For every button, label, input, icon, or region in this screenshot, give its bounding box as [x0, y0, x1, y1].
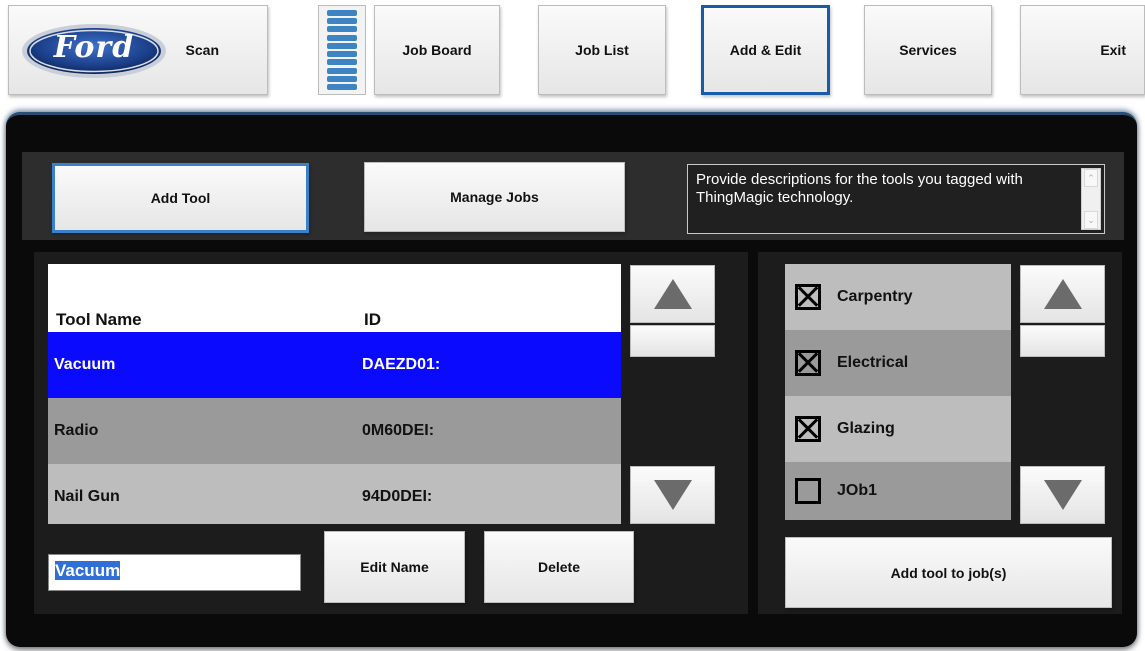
delete-button[interactable]: Delete [484, 531, 634, 603]
tool-name-cell: Radio [54, 422, 99, 439]
manage-jobs-label: Manage Jobs [450, 189, 539, 205]
add-tool-to-jobs-button[interactable]: Add tool to job(s) [785, 537, 1112, 608]
checkbox-checked-icon[interactable] [795, 350, 821, 376]
description-scrollbar[interactable]: ⌃ ⌄ [1081, 168, 1101, 230]
jobs-scroll-up-button[interactable] [1020, 265, 1105, 323]
job-label: Electrical [837, 354, 909, 371]
job-label: JOb1 [837, 482, 878, 499]
job-board-button[interactable]: Job Board [374, 5, 500, 95]
table-header: Tool Name ID [48, 264, 621, 332]
tools-table: Tool Name ID Vacuum DAEZD01: Radio 0M60D… [48, 264, 621, 524]
table-row[interactable]: Vacuum DAEZD01: [48, 332, 621, 398]
services-button[interactable]: Services [864, 5, 992, 95]
tool-id-cell: 0M60DEI: [362, 422, 435, 439]
job-list-label: Job List [575, 42, 629, 58]
edit-name-button[interactable]: Edit Name [324, 531, 465, 603]
jobs-scroll-down-button[interactable] [1020, 466, 1105, 524]
job-label: Glazing [837, 420, 895, 437]
job-list-button[interactable]: Job List [538, 5, 666, 95]
exit-label: Exit [1100, 42, 1126, 58]
add-tool-label: Add Tool [150, 190, 211, 206]
add-edit-button[interactable]: Add & Edit [701, 5, 830, 95]
arrow-up-icon [1043, 279, 1082, 309]
tools-scroll-up-button[interactable] [630, 265, 715, 323]
tools-scroll-thumb[interactable] [630, 325, 715, 357]
table-row[interactable]: Radio 0M60DEI: [48, 398, 621, 464]
tool-name-cell: Nail Gun [54, 488, 120, 505]
services-label: Services [899, 42, 957, 58]
add-tool-to-jobs-label: Add tool to job(s) [890, 564, 1007, 581]
tool-name-cell: Vacuum [54, 356, 116, 373]
list-item-job1[interactable]: JOb1 [785, 462, 1011, 520]
scan-label: Scan [185, 42, 219, 58]
scroll-up-icon[interactable]: ⌃ [1084, 169, 1098, 187]
handle-grip-icon[interactable] [318, 5, 366, 95]
table-row[interactable]: Nail Gun 94D0DEI: [48, 464, 621, 524]
exit-button[interactable]: Exit [1020, 5, 1145, 95]
list-item-electrical[interactable]: Electrical [785, 330, 1011, 396]
tool-name-input[interactable]: Vacuum [48, 554, 301, 591]
jobs-scroll-thumb[interactable] [1020, 325, 1105, 357]
tool-name-input-value: Vacuum [55, 561, 121, 580]
job-label: Carpentry [837, 288, 913, 305]
list-item-carpentry[interactable]: Carpentry [785, 264, 1011, 330]
column-header-tool-name: Tool Name [56, 310, 142, 329]
ford-logo-text: Ford [53, 30, 135, 65]
description-text: Provide descriptions for the tools you t… [696, 171, 1023, 206]
manage-jobs-tab[interactable]: Manage Jobs [364, 162, 625, 232]
edit-name-label: Edit Name [360, 559, 429, 575]
list-item-glazing[interactable]: Glazing [785, 396, 1011, 462]
tool-id-cell: DAEZD01: [362, 356, 441, 373]
arrow-down-icon [1043, 480, 1082, 510]
checkbox-checked-icon[interactable] [795, 416, 821, 442]
add-tool-tab[interactable]: Add Tool [52, 163, 309, 233]
description-box: Provide descriptions for the tools you t… [687, 164, 1105, 234]
tool-id-cell: 94D0DEI: [362, 488, 433, 505]
delete-label: Delete [537, 559, 581, 575]
jobs-list: Carpentry Electrical Glazing JOb1 [785, 264, 1011, 520]
scroll-down-icon[interactable]: ⌄ [1084, 211, 1098, 229]
checkbox-checked-icon[interactable] [795, 284, 821, 310]
arrow-up-icon [653, 279, 692, 309]
column-header-id: ID [364, 310, 381, 329]
checkbox-unchecked-icon[interactable] [795, 478, 821, 504]
job-board-label: Job Board [402, 42, 472, 58]
arrow-down-icon [653, 480, 692, 510]
add-edit-label: Add & Edit [729, 42, 802, 58]
tools-scroll-down-button[interactable] [630, 466, 715, 524]
